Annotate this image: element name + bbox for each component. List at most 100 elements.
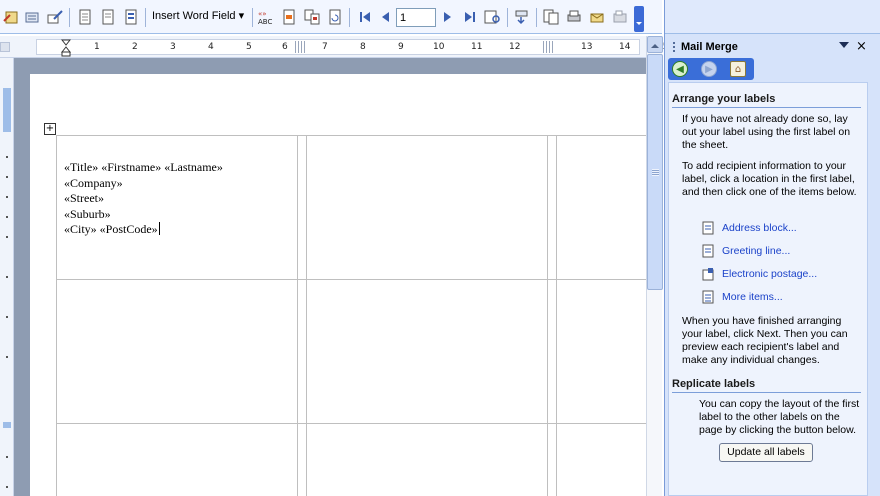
row-marker [3,422,11,428]
open-data-source-icon[interactable] [99,8,117,26]
ruler-tick [6,356,8,358]
highlight-merge-fields-icon[interactable] [280,8,298,26]
task-pane-top-strip [665,0,880,34]
address-block-link[interactable]: Address block... [702,220,797,236]
ruler-number: 8 [360,42,366,52]
ruler-scale: 1 2 3 4 5 6 7 8 9 10 11 12 13 14 15 [36,39,668,57]
merge-field-line: «Street» [64,191,104,206]
back-arrow-icon[interactable]: ◀ [672,61,688,77]
table-gridline [56,423,646,424]
document-page[interactable] [30,74,646,496]
column-marker[interactable] [543,41,555,53]
address-block-icon [702,221,714,235]
toolbar-separator [69,8,70,27]
merge-to-fax-icon[interactable] [611,8,629,26]
greeting-line-icon [702,244,714,258]
ruler-number: 6 [282,42,288,52]
insert-address-block-icon[interactable] [2,8,20,26]
instruction-paragraph: You can copy the layout of the first lab… [699,398,860,436]
column-marker[interactable] [295,41,307,53]
table-move-handle-icon[interactable]: + [44,123,56,135]
home-icon[interactable]: ⌂ [730,61,746,77]
ruler-tick [6,316,8,318]
table-gridline [547,135,548,496]
instruction-paragraph: To add recipient information to your lab… [682,160,857,198]
ruler-tick [6,156,8,158]
edit-recipient-list-icon[interactable] [46,8,64,26]
merge-field-line: «Company» [64,175,123,190]
merge-to-email-icon[interactable] [588,8,606,26]
electronic-postage-icon [702,268,714,281]
previous-record-icon[interactable] [377,8,395,26]
merge-to-new-document-icon[interactable] [542,8,560,26]
go-to-record-input[interactable] [396,8,436,27]
task-pane-title: Mail Merge [681,41,738,53]
ruler-tick [6,276,8,278]
ruler-number: 3 [170,42,176,52]
section-title-arrange-labels: Arrange your labels [672,93,776,105]
ruler-tick [6,456,8,458]
table-gridline [56,135,646,136]
instruction-paragraph: When you have finished arranging your la… [682,315,848,366]
first-line-indent-marker-icon[interactable] [61,39,71,57]
toolbar-separator [536,8,537,27]
next-record-icon[interactable] [438,8,456,26]
toolbar-separator [349,8,350,27]
electronic-postage-link-label[interactable]: Electronic postage... [722,268,817,280]
ruler-number: 5 [246,42,252,52]
ruler-tick [6,176,8,178]
match-fields-icon[interactable] [303,8,321,26]
update-all-labels-button[interactable]: Update all labels [719,443,813,462]
task-pane-grip-icon[interactable] [673,42,675,54]
toolbar-separator [252,8,253,27]
table-gridline [56,279,646,280]
insert-greeting-line-icon[interactable] [23,8,41,26]
ruler-tick [6,196,8,198]
ruler-tab-selector[interactable] [0,42,10,52]
table-gridline [56,135,57,496]
first-label-merge-fields[interactable]: «Title» «Firstname» «Lastname» «Company»… [64,160,223,238]
merge-field-line: «City» «PostCode» [64,222,158,237]
scroll-up-arrow-icon[interactable] [647,36,663,53]
merge-to-printer-icon[interactable] [565,8,583,26]
forward-arrow-icon[interactable]: ▶ [701,61,717,77]
scrollbar-thumb[interactable] [647,54,663,290]
more-items-link-label[interactable]: More items... [722,291,783,303]
toolbar-options-chevron-icon[interactable] [634,6,644,32]
vertical-ruler [0,58,14,496]
electronic-postage-link[interactable]: Electronic postage... [702,266,817,282]
table-gridline [556,135,557,496]
ruler-number: 10 [433,42,445,52]
recipients-icon[interactable] [122,8,140,26]
toolbar-separator [145,8,146,27]
ruler-number: 2 [132,42,138,52]
vertical-scrollbar[interactable] [646,36,663,496]
check-errors-icon[interactable] [513,8,531,26]
more-items-link[interactable]: More items... [702,289,783,305]
view-merged-data-icon[interactable]: «» ABC [257,8,275,26]
ruler-number: 13 [581,42,593,52]
find-entry-icon[interactable] [484,8,502,26]
ruler-number: 14 [619,42,631,52]
merge-field-line: «Title» «Firstname» «Lastname» [64,160,223,174]
main-document-setup-icon[interactable] [76,8,94,26]
task-pane-menu-chevron-icon[interactable] [839,42,849,53]
insert-word-field-button[interactable]: Insert Word Field ▾ [152,9,244,22]
mail-merge-toolbar: Insert Word Field ▾ «» ABC [0,0,662,34]
greeting-line-link[interactable]: Greeting line... [702,243,790,259]
section-divider [672,107,861,108]
scrollbar-grip-icon [652,169,659,176]
more-items-icon [702,290,714,304]
last-record-icon[interactable] [461,8,479,26]
table-gridline [306,135,307,496]
address-block-link-label[interactable]: Address block... [722,222,797,234]
ruler-number: 1 [94,42,100,52]
merge-field-line: «Suburb» [64,206,111,221]
propagate-labels-icon[interactable] [326,8,344,26]
task-pane-close-icon[interactable]: × [856,39,867,54]
top-margin-marker [3,88,11,132]
first-record-icon[interactable] [356,8,374,26]
task-pane-edge [866,58,880,496]
merge-field-last-line: «City» «PostCode» [64,222,223,238]
greeting-line-link-label[interactable]: Greeting line... [722,245,790,257]
